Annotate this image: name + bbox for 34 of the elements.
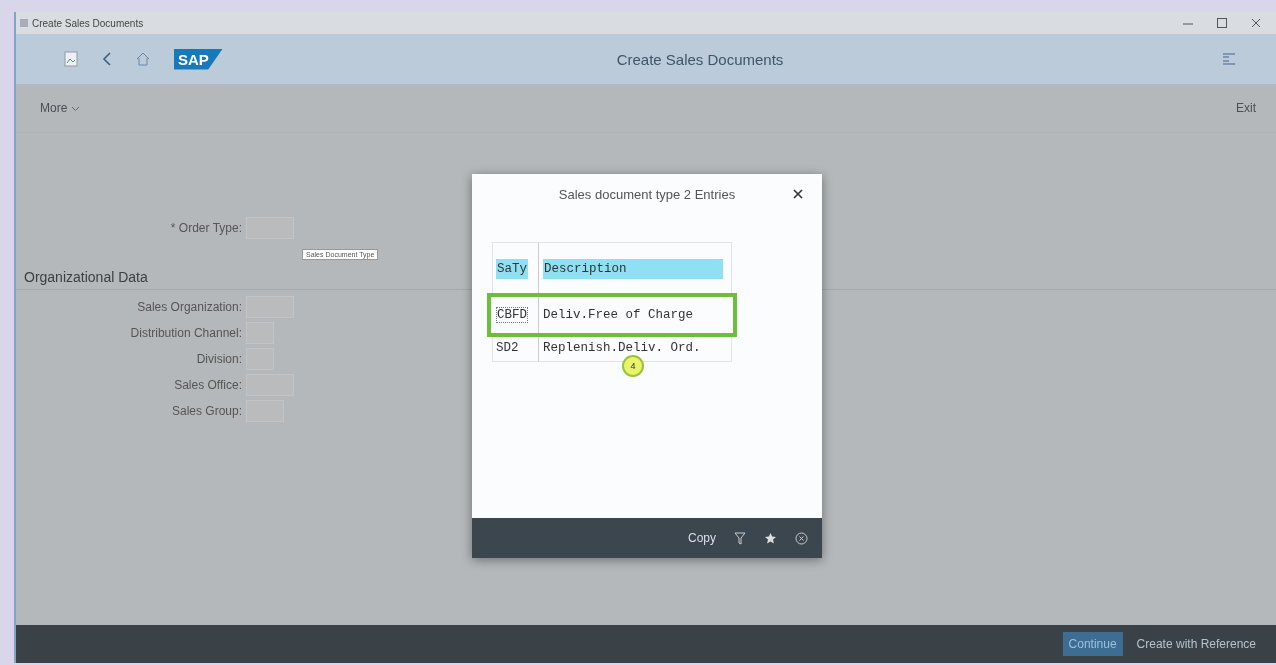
table-cell: CBFD bbox=[496, 307, 528, 323]
step-marker: 4 bbox=[622, 355, 644, 377]
close-icon[interactable] bbox=[792, 188, 804, 200]
caret-icon bbox=[70, 106, 80, 112]
exit-button[interactable]: Exit bbox=[1236, 101, 1256, 115]
filter-icon[interactable] bbox=[734, 531, 746, 545]
column-header: SaTy bbox=[496, 259, 528, 279]
field-label: Sales Group: bbox=[170, 404, 243, 418]
order-type-label: * Order Type: bbox=[169, 221, 243, 235]
more-menu[interactable]: More bbox=[40, 101, 80, 115]
maximize-icon[interactable] bbox=[1216, 17, 1228, 29]
back-icon[interactable] bbox=[102, 52, 112, 66]
table-cell: Replenish.Deliv. Ord. bbox=[543, 341, 701, 355]
close-icon[interactable] bbox=[1250, 17, 1262, 29]
dialog-title: Sales document type 2 Entries bbox=[558, 186, 736, 202]
broken-image-icon bbox=[64, 51, 78, 67]
sap-logo[interactable]: SAP bbox=[174, 48, 223, 70]
star-icon[interactable] bbox=[764, 531, 777, 545]
cancel-icon[interactable] bbox=[795, 531, 808, 545]
menu-icon[interactable] bbox=[1222, 53, 1236, 65]
field-label: Sales Office: bbox=[173, 378, 243, 392]
app-icon bbox=[20, 19, 28, 27]
field-label: Distribution Channel: bbox=[129, 326, 243, 340]
footer-button[interactable]: Create with Reference bbox=[1130, 632, 1262, 656]
copy-button[interactable]: Copy bbox=[688, 531, 716, 545]
shell-title: Create Sales Documents bbox=[615, 50, 785, 68]
selected-row[interactable]: CBFD Deliv.Free of Charge bbox=[489, 295, 735, 335]
field-label: Division: bbox=[195, 352, 243, 366]
column-header: Description bbox=[543, 259, 723, 279]
field-label: Sales Organization: bbox=[136, 300, 243, 314]
home-icon[interactable] bbox=[136, 52, 150, 66]
window-title: Create Sales Documents bbox=[32, 17, 144, 29]
table-cell: Deliv.Free of Charge bbox=[543, 308, 694, 322]
table-cell: SD2 bbox=[496, 341, 519, 355]
